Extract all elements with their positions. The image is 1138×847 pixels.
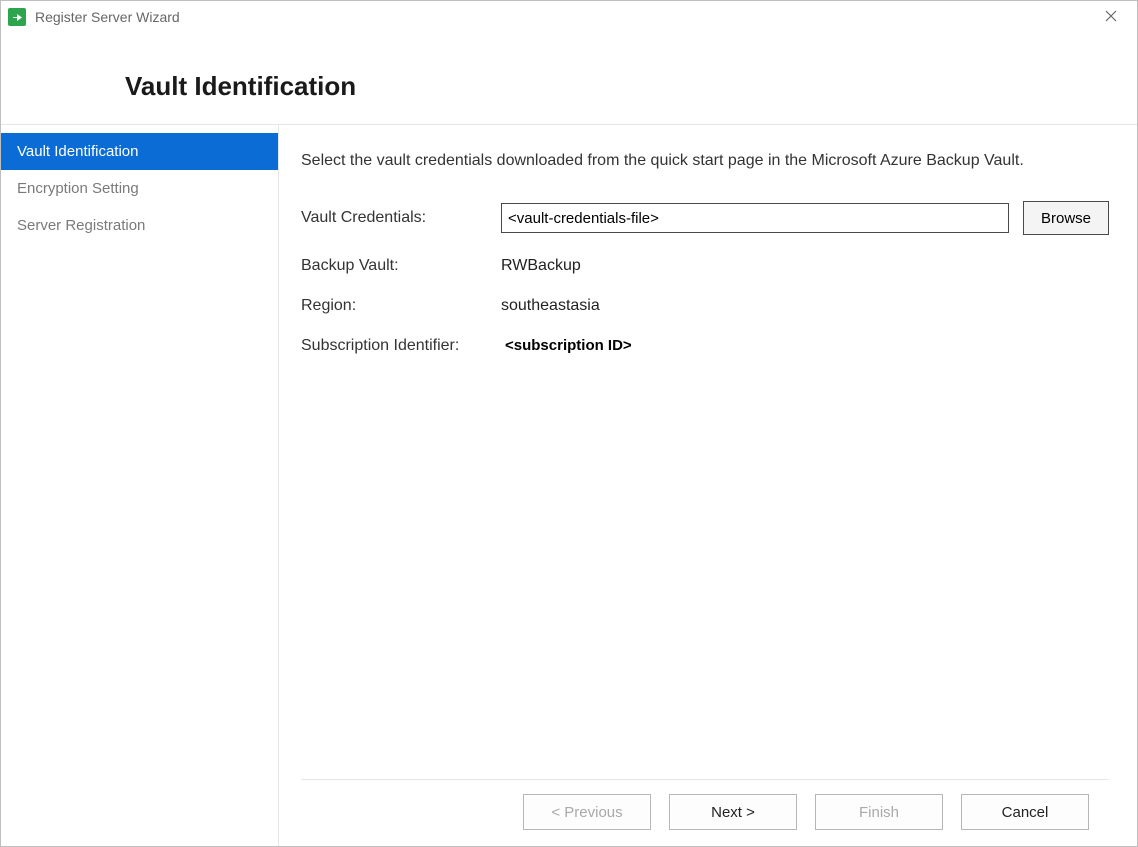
sidebar: Vault Identification Encryption Setting … (1, 125, 279, 846)
previous-button: < Previous (523, 794, 651, 830)
row-region: Region: southeastasia (301, 297, 1109, 315)
wizard-body: Vault Identification Encryption Setting … (1, 124, 1137, 846)
row-subscription-id: Subscription Identifier: <subscription I… (301, 337, 1109, 355)
sidebar-step-encryption-setting[interactable]: Encryption Setting (1, 170, 278, 207)
close-icon (1105, 9, 1117, 25)
wizard-window: Register Server Wizard Vault Identificat… (0, 0, 1138, 847)
wizard-header: Vault Identification (1, 33, 1137, 124)
region-value: southeastasia (501, 297, 1109, 315)
vault-credentials-input[interactable] (501, 203, 1009, 233)
row-vault-credentials: Vault Credentials: Browse (301, 201, 1109, 235)
backup-vault-label: Backup Vault: (301, 257, 501, 275)
sidebar-step-vault-identification[interactable]: Vault Identification (1, 133, 278, 170)
backup-vault-value: RWBackup (501, 257, 1109, 275)
close-button[interactable] (1091, 3, 1131, 31)
instruction-text: Select the vault credentials downloaded … (301, 149, 1101, 173)
content-panel: Select the vault credentials downloaded … (279, 125, 1137, 846)
wizard-footer: < Previous Next > Finish Cancel (301, 779, 1109, 846)
form: Vault Credentials: Browse Backup Vault: … (301, 201, 1109, 377)
row-backup-vault: Backup Vault: RWBackup (301, 257, 1109, 275)
cancel-button[interactable]: Cancel (961, 794, 1089, 830)
sidebar-step-server-registration[interactable]: Server Registration (1, 207, 278, 244)
subscription-id-value: <subscription ID> (501, 335, 636, 356)
region-label: Region: (301, 297, 501, 315)
finish-button: Finish (815, 794, 943, 830)
next-button[interactable]: Next > (669, 794, 797, 830)
browse-button[interactable]: Browse (1023, 201, 1109, 235)
vault-credentials-label: Vault Credentials: (301, 209, 501, 227)
app-icon (7, 7, 27, 27)
window-title: Register Server Wizard (35, 9, 180, 25)
titlebar: Register Server Wizard (1, 1, 1137, 33)
page-title: Vault Identification (125, 71, 1137, 102)
subscription-id-label: Subscription Identifier: (301, 337, 501, 355)
